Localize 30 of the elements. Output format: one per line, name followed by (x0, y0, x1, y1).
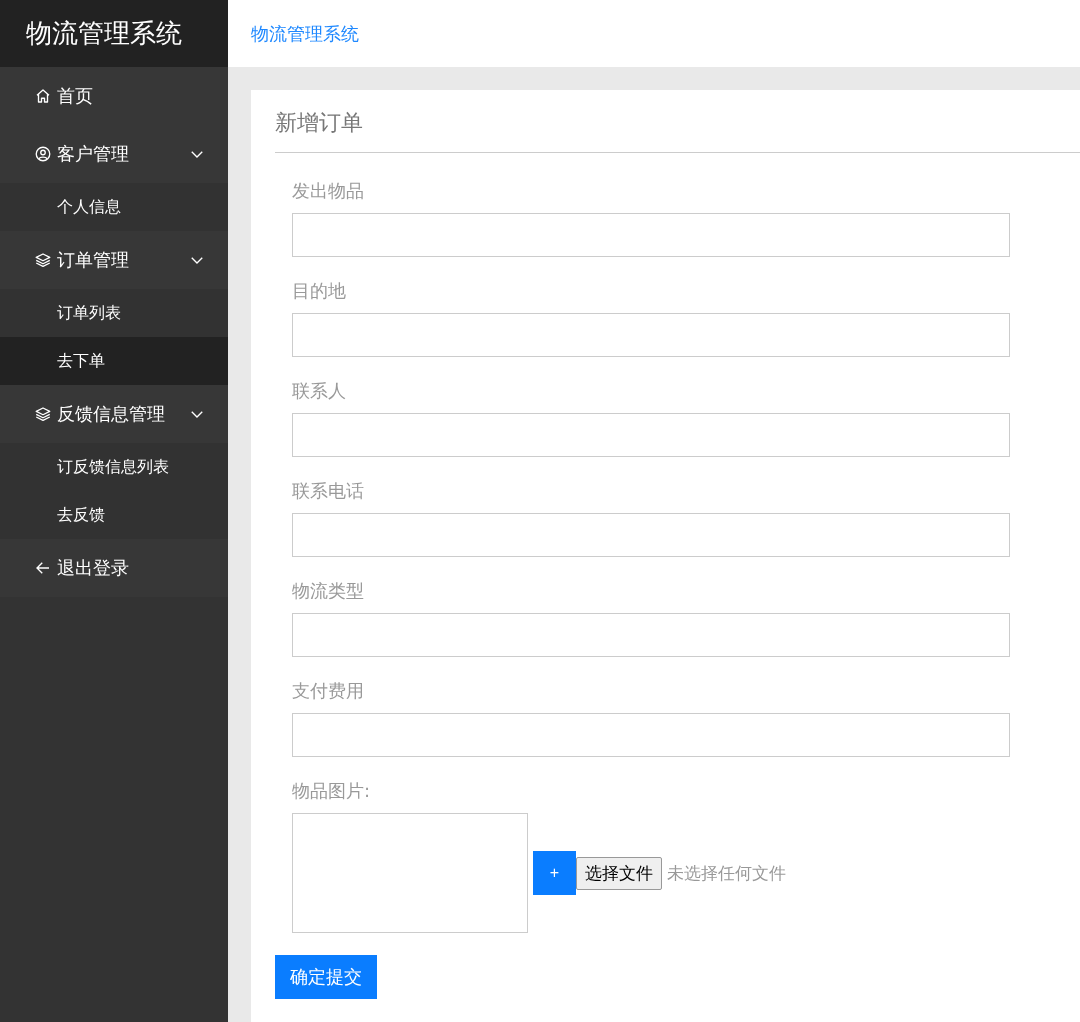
field-label: 支付费用 (292, 679, 365, 703)
menu-item[interactable]: 客户管理 (0, 125, 228, 183)
field-label: 物品图片: (292, 779, 372, 803)
submit-button[interactable]: 确定提交 (275, 955, 377, 999)
user-icon (34, 145, 52, 163)
app-logo: 物流管理系统 (0, 0, 228, 67)
input-field[interactable] (292, 713, 1010, 757)
input-field[interactable] (292, 313, 1010, 357)
home-icon (34, 87, 52, 105)
input-field[interactable] (292, 613, 1010, 657)
field-label: 发出物品 (292, 179, 365, 203)
layers-icon (34, 251, 52, 269)
input-field[interactable] (292, 213, 1010, 257)
menu-item[interactable]: 订单管理 (0, 231, 228, 289)
menu-item[interactable]: 首页 (0, 67, 228, 125)
input-field[interactable] (292, 413, 1010, 457)
field-label: 目的地 (292, 279, 347, 303)
submenu-item[interactable]: 去下单 (0, 337, 228, 385)
field-label: 联系人 (292, 379, 347, 403)
file-status: 未选择任何文件 (667, 861, 786, 885)
layers-icon (34, 405, 52, 423)
menu-item[interactable]: 退出登录 (0, 539, 228, 597)
field-label: 物流类型 (292, 579, 365, 603)
breadcrumb-link[interactable]: 物流管理系统 (251, 21, 359, 46)
menu-item[interactable]: 反馈信息管理 (0, 385, 228, 443)
field-label: 联系电话 (292, 479, 365, 503)
add-button[interactable]: + (533, 851, 576, 895)
input-field[interactable] (292, 513, 1010, 557)
form-title: 新增订单 (275, 90, 1080, 153)
choose-file-button[interactable]: 选择文件 (576, 856, 662, 890)
